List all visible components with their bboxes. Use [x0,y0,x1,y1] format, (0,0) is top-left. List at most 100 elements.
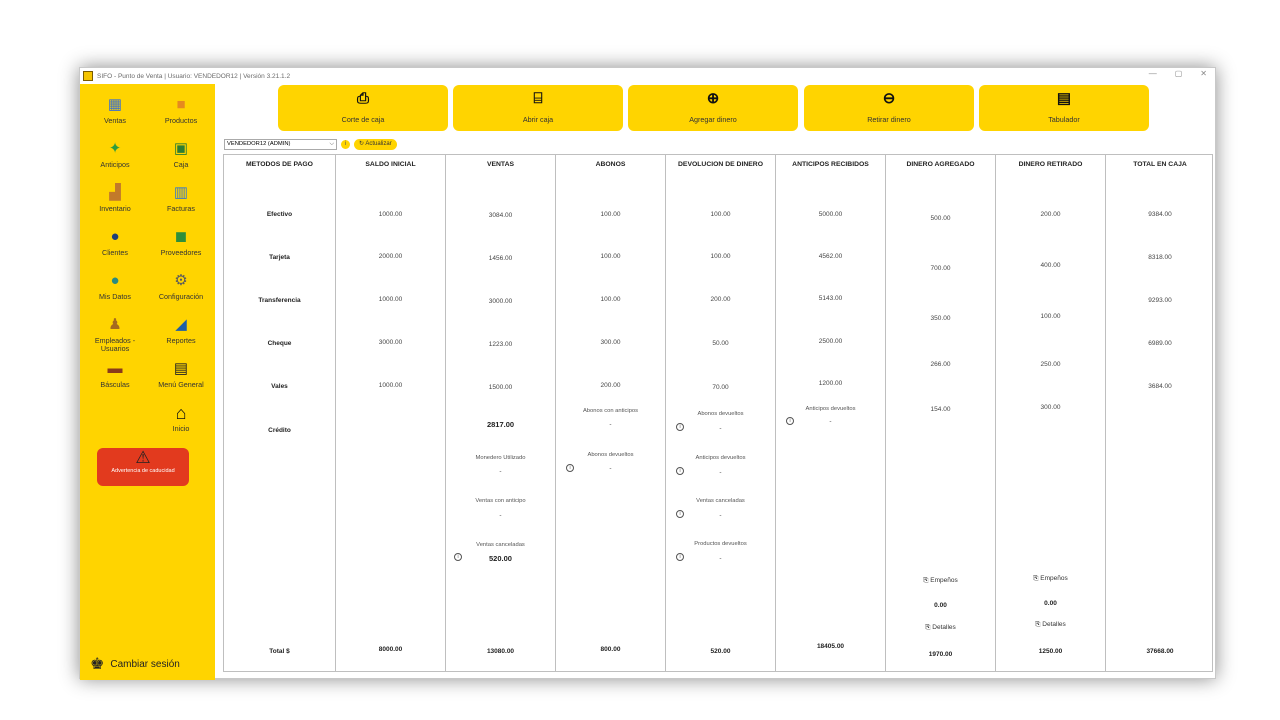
sidebar-item-anticipos[interactable]: ✦ Anticipos [82,140,148,184]
sidebar-item-inicio[interactable]: ⌂ Inicio [148,404,214,448]
home-icon: ⌂ [175,403,187,423]
retirado-value: 300.00 [1040,404,1061,411]
total-caja-value: 6989.00 [1148,340,1172,347]
retirado-value: 400.00 [1040,262,1061,269]
column-dinero-retirado: DINERO RETIRADO 200.00 400.00 100.00 250… [996,155,1106,671]
sidebar-item-menu-general[interactable]: ▤ Menú General [148,360,214,404]
sidebar-item-facturas[interactable]: ▥ Facturas [148,184,214,228]
gear-icon: ⚙ [174,272,188,289]
box-icon: ■ [176,96,186,113]
devolucion-value: 50.00 [712,340,729,347]
open-register-button[interactable]: ⌸ Abrir caja [453,85,623,131]
agregado-total: 1970.00 [928,651,953,658]
column-metodos: METODOS DE PAGO Efectivo Tarjeta Transfe… [224,155,336,671]
sidebar-item-productos[interactable]: ■ Productos [148,96,214,140]
devolucion-abonos-label: Abonos devueltos [697,411,744,417]
minimize-button[interactable]: — [1149,69,1157,78]
anticipos-value: 2500.00 [818,338,843,345]
close-button[interactable]: ✕ [1200,69,1207,78]
saldo-value: 3000.00 [378,339,403,346]
anticipos-value: 1200.00 [818,380,843,387]
sidebar-item-inventario[interactable]: ▟ Inventario [82,184,148,228]
retirado-detalles-link[interactable]: ⎘ Detalles [996,621,1105,629]
clipboard-icon: ▤ [173,360,189,377]
column-abonos: ABONOS 100.00 100.00 100.00 300.00 200.0… [556,155,666,671]
sidebar-item-configuracion[interactable]: ⚙ Configuración [148,272,214,316]
sidebar-item-clientes[interactable]: ● Clientes [82,228,148,272]
method-credito: Crédito [268,427,291,434]
anticipos-total: 18405.00 [816,643,845,650]
sidebar-item-reportes[interactable]: ◢ Reportes [148,316,214,360]
sidebar-item-proveedores[interactable]: ◼ Proveedores [148,228,214,272]
agregado-value: 700.00 [930,265,951,272]
agregado-value: 154.00 [930,406,951,413]
invoice-icon: ▥ [173,184,189,201]
sidebar-item-ventas[interactable]: ▦ Ventas [82,96,148,140]
column-dinero-agregado: DINERO AGREGADO 500.00 700.00 350.00 266… [886,155,996,671]
devolucion-value: 70.00 [712,384,729,391]
app-logo-icon [83,71,93,81]
cash-icon: ▣ [173,140,189,157]
agregado-value: 350.00 [930,315,951,322]
ventas-total: 13080.00 [486,648,515,655]
withdraw-money-button[interactable]: ⊖ Retirar dinero [804,85,974,131]
devolucion-total: 520.00 [710,648,731,655]
app-window: SIFO - Punto de Venta | Usuario: VENDEDO… [79,67,1216,680]
info-icon[interactable]: i [341,140,350,149]
anticipos-value: 5143.00 [818,295,843,302]
retirado-total: 1250.00 [1038,648,1063,655]
maximize-button[interactable]: ▢ [1175,69,1183,78]
anticipos-devueltos-value: - [829,418,832,425]
document-icon: ⎘ [1033,575,1039,582]
sidebar-item-basculas[interactable]: ▬ Básculas [82,360,148,404]
method-transferencia: Transferencia [258,297,301,304]
column-anticipos: ANTICIPOS RECIBIDOS 5000.00 4562.00 5143… [776,155,886,671]
retirado-value: 250.00 [1040,361,1061,368]
retirado-value: 100.00 [1040,313,1061,320]
saldo-value: 1000.00 [378,211,403,218]
tabulator-icon: ▤ [1056,90,1072,107]
add-money-button[interactable]: ⊕ Agregar dinero [628,85,798,131]
saldo-total: 8000.00 [378,646,403,653]
devolucion-canceladas-value: - [719,512,722,519]
anticipos-devueltos-label: Anticipos devueltos [805,406,856,412]
refresh-button[interactable]: ↻ Actualizar [354,139,397,150]
abonos-anticipos-value: - [609,421,612,428]
agregado-empenos-link[interactable]: ⎘ Empeños [886,577,995,585]
abonos-devueltos-label: Abonos devueltos [587,452,634,458]
boxes-icon: ▟ [109,184,121,201]
user-select[interactable]: VENDEDOR12 (ADMIN) ⌵ [224,139,337,150]
ventas-value: 1456.00 [488,255,513,262]
scale-icon: ▬ [107,360,123,377]
monedero-value: - [499,468,502,475]
chart-icon: ◢ [175,316,187,333]
warning-icon: ⚠ [135,448,151,467]
sidebar-item-empleados[interactable]: ♟ Empleados - Usuarios [82,316,148,360]
agregado-detalles-link[interactable]: ⎘ Detalles [886,624,995,632]
expiry-warning-button[interactable]: ⚠ Advertencia de caducidad [97,448,189,486]
method-cheque: Cheque [267,340,292,347]
switch-session-button[interactable]: ♚ Cambiar sesión [90,654,180,674]
document-icon: ⎘ [925,624,931,631]
saldo-value: 1000.00 [378,296,403,303]
document-icon: ⎘ [1035,621,1041,628]
window-title: SIFO - Punto de Venta | Usuario: VENDEDO… [97,72,291,80]
user-icon: ● [110,272,120,289]
anticipos-value: 5000.00 [818,211,843,218]
retirado-empenos-link[interactable]: ⎘ Empeños [996,575,1105,583]
abonos-total: 800.00 [600,646,621,653]
method-efectivo: Efectivo [266,211,293,218]
sidebar-item-caja[interactable]: ▣ Caja [148,140,214,184]
sidebar-item-mis-datos[interactable]: ● Mis Datos [82,272,148,316]
devolucion-anticipos-value: - [719,469,722,476]
ventas-credito-value: 2817.00 [486,420,515,429]
column-ventas: VENTAS 3084.00 1456.00 3000.00 1223.00 1… [446,155,556,671]
retirado-empenos-value: 0.00 [1044,600,1057,607]
ventas-value: 1223.00 [488,341,513,348]
tabulator-button[interactable]: ▤ Tabulador [979,85,1149,131]
person-icon: ● [110,228,120,245]
abonos-devueltos-value: - [609,465,612,472]
ventas-anticipo-label: Ventas con anticipo [475,498,526,504]
devolucion-value: 100.00 [710,211,731,218]
cash-cut-button[interactable]: ⎙ Corte de caja [278,85,448,131]
